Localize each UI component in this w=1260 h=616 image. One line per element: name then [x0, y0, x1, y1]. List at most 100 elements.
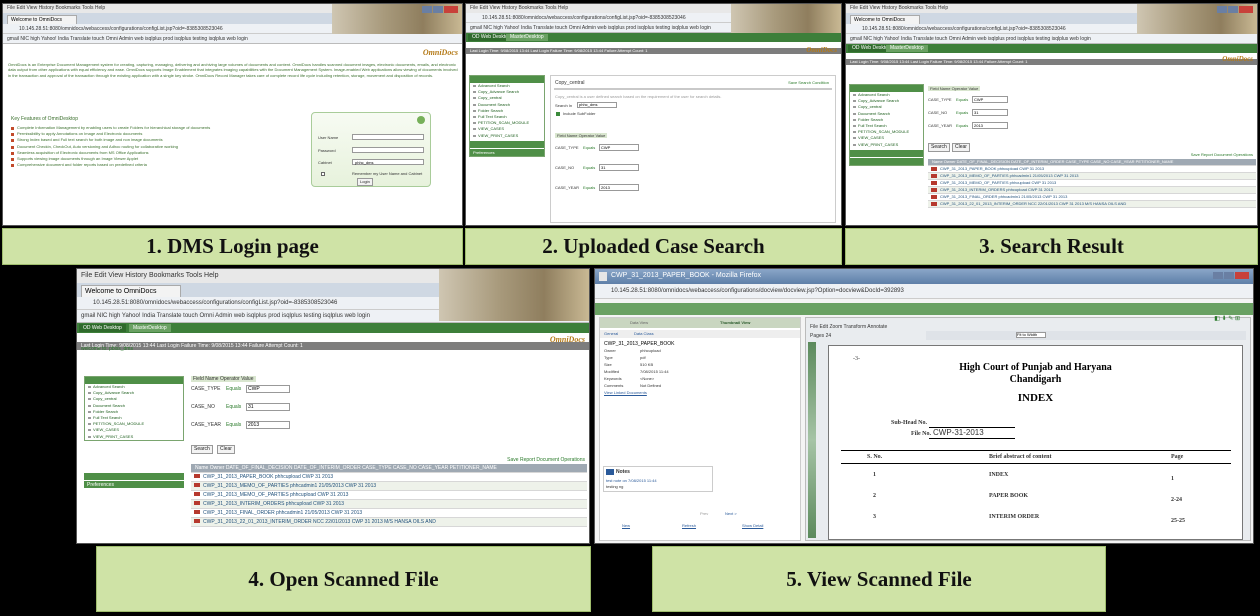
- file-label: File No.: [911, 431, 931, 437]
- tab-data-view[interactable]: Data View: [630, 320, 648, 325]
- tab-data-class[interactable]: Data Class: [634, 331, 654, 336]
- login-badge-icon: [417, 116, 425, 124]
- maximize-icon[interactable]: [433, 6, 443, 13]
- index-abstract: INDEX: [989, 472, 1009, 478]
- field-value-input[interactable]: CWP: [599, 144, 639, 151]
- last-login-bar: Last Login Time: 9/08/2015 13:44 Last Lo…: [466, 48, 841, 54]
- field-label: CASE_YEAR: [555, 185, 580, 190]
- viewer-menu[interactable]: File Edit Zoom Transform Annotate: [810, 324, 887, 330]
- sidebar-header: Search: [470, 76, 544, 90]
- browser-tab[interactable]: Welcome to OmniDocs: [850, 15, 920, 24]
- new-link[interactable]: New: [622, 523, 630, 528]
- reports-bar[interactable]: Reports: [470, 148, 544, 163]
- index-abstract: PAPER BOOK: [989, 493, 1029, 499]
- maximize-icon[interactable]: [1228, 6, 1238, 13]
- field-value-input[interactable]: CWP: [246, 385, 290, 393]
- reports-bar[interactable]: Reports: [84, 481, 184, 496]
- search-button[interactable]: Search: [191, 445, 213, 454]
- search-in-field[interactable]: phhc_dms: [577, 102, 617, 108]
- tab-general[interactable]: General: [604, 331, 618, 336]
- omnidocs-logo: OmniDocs: [806, 46, 837, 54]
- window-controls: [1213, 272, 1249, 279]
- search-in-value: phhc_dms: [579, 102, 598, 107]
- clear-button[interactable]: Clear: [952, 143, 970, 152]
- index-table-top: [841, 450, 1231, 451]
- tab-master-desktop[interactable]: MasterDesktop: [129, 324, 171, 332]
- sidebar-items: Advanced Search Copy_Advance Search Copy_c…: [850, 92, 923, 148]
- preferences-bar[interactable]: [850, 149, 923, 157]
- preferences-bar[interactable]: Preferences: [470, 140, 544, 155]
- minimize-icon[interactable]: [1213, 272, 1223, 279]
- maximize-icon[interactable]: [1224, 272, 1234, 279]
- table-row[interactable]: CWP_31_2013_PAPER_BOOK phhcupload CWP 31…: [191, 473, 587, 482]
- browser-tab[interactable]: Welcome to OmniDocs: [7, 15, 77, 24]
- password-input[interactable]: [352, 147, 424, 153]
- table-row[interactable]: CWP_31_2013_22_01_2013_INTERIM_ORDER NCC…: [928, 201, 1256, 208]
- table-row[interactable]: CWP_31_2013_INTERIM_ORDERS phhcupload CW…: [191, 500, 587, 509]
- last-login-bar: Last Login Time: 9/08/2015 13:44 Last Lo…: [846, 59, 1257, 65]
- table-row[interactable]: CWP_31_2013_MEMO_OF_PARTIES phhcadmin1 2…: [928, 173, 1256, 180]
- save-search-link[interactable]: Save Search Condition: [788, 80, 829, 85]
- cabinet-select[interactable]: phhc_dms: [352, 159, 424, 165]
- tab-master-desktop[interactable]: MasterDesktop: [506, 34, 548, 41]
- close-icon[interactable]: [1239, 6, 1253, 13]
- field-operator: Equals: [226, 422, 242, 428]
- sidebar-item[interactable]: VIEW_PRINT_CASES: [850, 142, 923, 148]
- cabinet-label: Cabinet: [318, 160, 332, 165]
- login-button[interactable]: Login: [357, 178, 373, 186]
- preferences-bar[interactable]: Preferences: [84, 473, 184, 488]
- decorative-banner: [731, 4, 841, 34]
- table-row[interactable]: CWP_31_2013_PAPER_BOOK phhcupload CWP 31…: [928, 166, 1256, 173]
- table-row[interactable]: CWP_31_2013_FINAL_ORDER phhcadmin1 21/05…: [928, 194, 1256, 201]
- tab-master-desktop[interactable]: MasterDesktop: [886, 45, 928, 52]
- table-row[interactable]: CWP_31_2013_INTERIM_ORDERS phhcupload CW…: [928, 187, 1256, 194]
- report-link[interactable]: Save Report Document Operations: [507, 457, 585, 463]
- field-value: CWP: [974, 97, 984, 102]
- table-row[interactable]: CWP_31_2013_MEMO_OF_PARTIES phhcupload C…: [191, 491, 587, 500]
- browser-tab[interactable]: Welcome to OmniDocs: [81, 285, 181, 297]
- omnidocs-logo: OmniDocs: [422, 48, 458, 57]
- viewer-title: CWP_31_2013_PAPER_BOOK - Mozilla Firefox: [611, 272, 762, 279]
- table-row[interactable]: CWP_31_2013_MEMO_OF_PARTIES phhcupload C…: [928, 180, 1256, 187]
- field-operator: Equals: [956, 110, 969, 115]
- field-value-input[interactable]: 31: [599, 164, 639, 171]
- close-icon[interactable]: [444, 6, 458, 13]
- url-bar[interactable]: 10.145.28.51:8080/omnidocs/webaccess/con…: [595, 284, 1253, 299]
- sidebar-item[interactable]: VIEW_PRINT_CASES: [470, 133, 544, 139]
- field-label: CASE_TYPE: [191, 386, 221, 392]
- clear-button[interactable]: Clear: [217, 445, 235, 454]
- refresh-link[interactable]: Refresh: [682, 523, 696, 528]
- document-page: -3- High Court of Punjab and Haryana Cha…: [828, 345, 1243, 540]
- username-input[interactable]: [352, 134, 424, 140]
- reports-bar[interactable]: [850, 157, 923, 165]
- field-label: CASE_YEAR: [191, 422, 222, 428]
- minimize-icon[interactable]: [422, 6, 432, 13]
- field-value-input[interactable]: 2013: [972, 122, 1008, 129]
- tab-od-web-desktop[interactable]: OD Web Desktop: [79, 324, 126, 332]
- field-value-input[interactable]: 2013: [246, 421, 290, 429]
- linked-docs-link[interactable]: View Linked Documents: [604, 390, 647, 395]
- minimize-icon[interactable]: [1217, 6, 1227, 13]
- field-value-input[interactable]: 2013: [599, 184, 639, 191]
- app-tab-bar: OD Web Desktop MasterDesktop: [466, 33, 841, 42]
- tab-thumbnail-view[interactable]: Thumbnail View: [720, 320, 750, 325]
- nav-prev[interactable]: Prev: [700, 511, 708, 516]
- include-subfolder-checkbox[interactable]: [556, 112, 560, 116]
- search-button[interactable]: Search: [928, 143, 950, 152]
- sidebar-item[interactable]: VIEW_PRINT_CASES: [85, 434, 183, 440]
- show-detail-link[interactable]: Show Detail: [742, 523, 763, 528]
- table-row[interactable]: CWP_31_2013_22_01_2013_INTERIM_ORDER NCC…: [191, 518, 587, 527]
- document-icon: [599, 272, 607, 281]
- field-value-input[interactable]: 31: [972, 109, 1008, 116]
- field-value-input[interactable]: CWP: [972, 96, 1008, 103]
- caption-result: 3. Search Result: [845, 228, 1258, 265]
- table-row[interactable]: CWP_31_2013_MEMO_OF_PARTIES phhcadmin1 2…: [191, 482, 587, 491]
- nav-next[interactable]: Next >: [725, 511, 737, 516]
- field-value-input[interactable]: 31: [246, 403, 290, 411]
- sidebar-items: Advanced Search Copy_Advance Search Copy_c…: [85, 384, 183, 440]
- remember-checkbox[interactable]: [321, 172, 325, 176]
- table-row[interactable]: CWP_31_2013_FINAL_ORDER phhcadmin1 21/05…: [191, 509, 587, 518]
- report-link[interactable]: Save Report Document Operations: [1191, 152, 1253, 157]
- zoom-select[interactable]: Fit to Width: [1016, 332, 1046, 338]
- close-icon[interactable]: [1235, 272, 1249, 279]
